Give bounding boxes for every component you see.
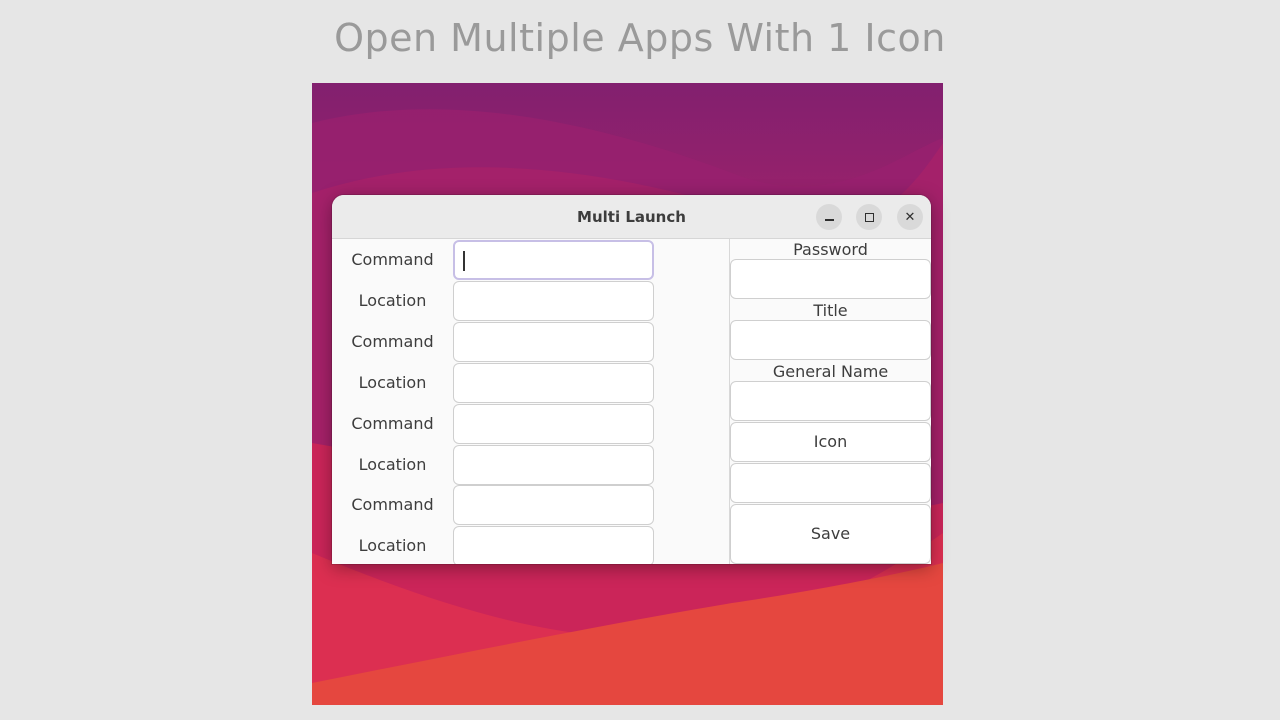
command-field-2[interactable] bbox=[453, 322, 654, 362]
command-field-3[interactable] bbox=[453, 404, 654, 444]
window-content: Command Location Command Location Comman… bbox=[332, 239, 931, 564]
command-label: Command bbox=[351, 332, 434, 351]
password-field[interactable] bbox=[730, 259, 931, 299]
multi-launch-window: Multi Launch ✕ Command Location Command … bbox=[332, 195, 931, 564]
location-label: Location bbox=[358, 291, 427, 310]
location-label: Location bbox=[358, 455, 427, 474]
location-field-2[interactable] bbox=[453, 363, 654, 403]
location-field-1[interactable] bbox=[453, 281, 654, 321]
minimize-icon bbox=[824, 219, 834, 221]
save-button[interactable]: Save bbox=[730, 504, 931, 564]
icon-button[interactable]: Icon bbox=[730, 422, 931, 462]
icon-path-field[interactable] bbox=[730, 463, 931, 503]
window-titlebar[interactable]: Multi Launch ✕ bbox=[332, 195, 931, 239]
maximize-button[interactable] bbox=[856, 204, 882, 230]
general-name-field[interactable] bbox=[730, 381, 931, 421]
launch-entries-pane: Command Location Command Location Comman… bbox=[332, 239, 729, 564]
command-label: Command bbox=[351, 495, 434, 514]
location-label: Location bbox=[358, 536, 427, 555]
command-field-4[interactable] bbox=[453, 485, 654, 525]
page-heading: Open Multiple Apps With 1 Icon bbox=[334, 16, 946, 60]
maximize-icon bbox=[864, 212, 874, 222]
command-field-1[interactable] bbox=[453, 240, 654, 280]
text-caret bbox=[463, 251, 465, 271]
command-label: Command bbox=[351, 414, 434, 433]
settings-pane: Password Title General Name Icon Save bbox=[730, 239, 931, 564]
location-label: Location bbox=[358, 373, 427, 392]
password-label: Password bbox=[793, 240, 868, 259]
general-name-label: General Name bbox=[772, 362, 889, 381]
location-field-4[interactable] bbox=[453, 526, 654, 564]
close-button[interactable]: ✕ bbox=[897, 204, 923, 230]
close-icon: ✕ bbox=[904, 209, 916, 225]
command-label: Command bbox=[351, 250, 434, 269]
minimize-button[interactable] bbox=[816, 204, 842, 230]
location-field-3[interactable] bbox=[453, 445, 654, 485]
title-label: Title bbox=[813, 301, 848, 320]
title-field[interactable] bbox=[730, 320, 931, 360]
